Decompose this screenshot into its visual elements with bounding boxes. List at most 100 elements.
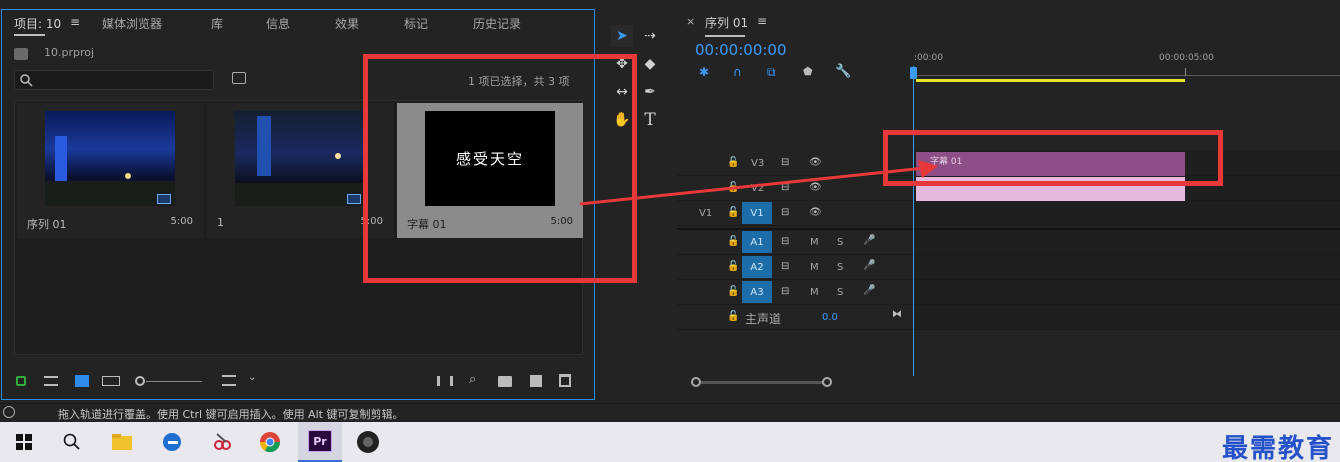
file-explorer-icon[interactable] bbox=[106, 426, 138, 458]
project-menu-icon[interactable]: ≡ bbox=[70, 15, 80, 29]
zoom-slider-track[interactable] bbox=[146, 381, 202, 382]
premiere-pro-taskbar-item[interactable]: Pr bbox=[298, 422, 342, 462]
new-item-icon[interactable] bbox=[530, 375, 542, 387]
status-icon bbox=[3, 406, 15, 418]
track-a1[interactable] bbox=[914, 230, 1340, 255]
track-target-a3[interactable]: A3 bbox=[742, 281, 772, 303]
windows-start-icon[interactable] bbox=[8, 426, 40, 458]
linked-selection-icon[interactable]: ⧉ bbox=[767, 65, 776, 80]
tab-info[interactable]: 信息 bbox=[266, 15, 290, 32]
sequence-menu-icon[interactable]: ≡ bbox=[757, 14, 767, 28]
master-track-header: 🔓 主声道 0.0 ⧓ bbox=[677, 305, 914, 330]
work-area-bar[interactable] bbox=[916, 79, 1185, 82]
sequence-tab-underline bbox=[705, 35, 745, 37]
sync-lock-icon[interactable]: ⊟ bbox=[781, 236, 789, 247]
sequence-thumbnail bbox=[45, 111, 175, 206]
mute-button[interactable]: M bbox=[810, 287, 819, 298]
snipping-tool-icon[interactable] bbox=[206, 426, 238, 458]
playhead-line[interactable] bbox=[913, 66, 914, 376]
icon-view-icon[interactable] bbox=[75, 375, 89, 387]
microphone-icon[interactable]: 🎤 bbox=[863, 260, 875, 271]
scroll-handle-left[interactable] bbox=[691, 377, 701, 387]
solo-button[interactable]: S bbox=[837, 287, 843, 298]
timecode-display[interactable]: 00:00:00:00 bbox=[695, 41, 787, 59]
trash-icon[interactable] bbox=[559, 374, 571, 387]
search-input[interactable] bbox=[14, 70, 214, 90]
close-tab-icon[interactable]: × bbox=[686, 15, 695, 28]
premiere-pro-icon: Pr bbox=[308, 430, 332, 452]
drag-arrow-icon bbox=[579, 160, 938, 206]
horizontal-scrollbar[interactable] bbox=[701, 381, 823, 384]
tab-markers[interactable]: 标记 bbox=[404, 15, 428, 32]
selection-tool-icon[interactable]: ➤ bbox=[611, 25, 633, 47]
ruler-start-label: :00:00 bbox=[914, 53, 943, 63]
tab-project[interactable]: 项目: 10 bbox=[14, 15, 61, 36]
track-header-a2: 🔓 A2 ⊟ M S 🎤 bbox=[677, 255, 914, 280]
sync-lock-icon[interactable]: ⊟ bbox=[781, 286, 789, 297]
track-select-tool-icon[interactable]: ⇢ bbox=[639, 25, 661, 47]
watermark-logo: 最需教育 bbox=[1221, 434, 1334, 462]
list-view-icon[interactable] bbox=[44, 376, 58, 386]
tab-media-browser[interactable]: 媒体浏览器 bbox=[102, 15, 162, 32]
microphone-icon[interactable]: 🎤 bbox=[863, 235, 875, 246]
new-bin-icon[interactable] bbox=[498, 376, 512, 387]
ruler-mark-label: 00:00:05:00 bbox=[1159, 53, 1214, 63]
master-volume-value[interactable]: 0.0 bbox=[822, 312, 838, 323]
wrench-icon[interactable]: 🔧 bbox=[835, 64, 851, 79]
sequence-badge-icon bbox=[157, 194, 171, 204]
track-v1[interactable] bbox=[914, 201, 1340, 226]
track-header-a3: 🔓 A3 ⊟ M S 🎤 bbox=[677, 280, 914, 305]
lock-icon[interactable]: 🔓 bbox=[727, 261, 739, 272]
chrome-icon[interactable] bbox=[254, 426, 286, 458]
track-a2[interactable] bbox=[914, 255, 1340, 280]
mute-button[interactable]: M bbox=[810, 262, 819, 273]
track-header-a1: 🔓 A1 ⊟ M S 🎤 bbox=[677, 230, 914, 255]
nest-icon[interactable]: ✱ bbox=[699, 65, 709, 79]
ruler-tick bbox=[1185, 68, 1186, 76]
scroll-handle-right[interactable] bbox=[822, 377, 832, 387]
track-a3[interactable] bbox=[914, 280, 1340, 305]
solo-button[interactable]: S bbox=[837, 262, 843, 273]
new-search-bin-icon[interactable] bbox=[232, 72, 246, 84]
lock-icon[interactable] bbox=[16, 376, 26, 386]
microphone-icon[interactable]: 🎤 bbox=[863, 285, 875, 296]
pen-tool-icon[interactable]: ✒ bbox=[639, 81, 661, 103]
lock-icon[interactable]: 🔓 bbox=[727, 311, 739, 322]
razor-tool-icon[interactable]: ◆ bbox=[639, 53, 661, 75]
status-bar: 拖入轨道进行覆盖。使用 Ctrl 键可启用插入。使用 Alt 键可复制剪辑。 bbox=[0, 403, 1340, 422]
zoom-slider-handle[interactable] bbox=[135, 376, 145, 386]
playhead-handle[interactable] bbox=[910, 67, 917, 79]
project-item-sequence[interactable]: 序列 01 5:00 bbox=[17, 103, 203, 238]
tab-library[interactable]: 库 bbox=[211, 15, 223, 32]
solo-button[interactable]: S bbox=[837, 237, 843, 248]
sort-icon[interactable] bbox=[222, 375, 236, 386]
item-label: 1 bbox=[217, 216, 224, 229]
media-player-icon[interactable] bbox=[352, 426, 384, 458]
mute-button[interactable]: M bbox=[810, 237, 819, 248]
sequence-tab[interactable]: 序列 01 bbox=[705, 14, 748, 31]
lock-icon[interactable]: 🔓 bbox=[727, 236, 739, 247]
freeform-view-icon[interactable] bbox=[102, 376, 120, 386]
snap-icon[interactable]: ∩ bbox=[733, 65, 742, 79]
tab-history[interactable]: 历史记录 bbox=[473, 15, 521, 32]
go-to-out-icon[interactable]: ⧓ bbox=[892, 309, 902, 320]
find-icon[interactable]: ⌕ bbox=[469, 372, 476, 387]
item-label: 序列 01 bbox=[27, 218, 67, 231]
sync-lock-icon[interactable]: ⊟ bbox=[781, 261, 789, 272]
type-tool-icon[interactable]: T bbox=[639, 109, 661, 131]
edge-browser-icon[interactable] bbox=[156, 426, 188, 458]
lock-icon[interactable]: 🔓 bbox=[727, 286, 739, 297]
add-marker-icon[interactable]: ⬟ bbox=[803, 65, 813, 78]
chevron-down-icon[interactable]: ⌄ bbox=[248, 372, 256, 383]
project-file-name: 10.prproj bbox=[44, 46, 95, 59]
time-ruler[interactable] bbox=[914, 66, 1340, 76]
clip-badge-icon bbox=[347, 194, 361, 204]
search-icon[interactable] bbox=[56, 426, 88, 458]
tab-effects[interactable]: 效果 bbox=[335, 15, 359, 32]
master-track[interactable] bbox=[914, 305, 1340, 330]
track-target-a1[interactable]: A1 bbox=[742, 231, 772, 253]
search-icon bbox=[20, 74, 33, 87]
clip-thumbnail bbox=[235, 111, 365, 206]
automate-sequence-icon[interactable] bbox=[437, 376, 453, 386]
track-target-a2[interactable]: A2 bbox=[742, 256, 772, 278]
